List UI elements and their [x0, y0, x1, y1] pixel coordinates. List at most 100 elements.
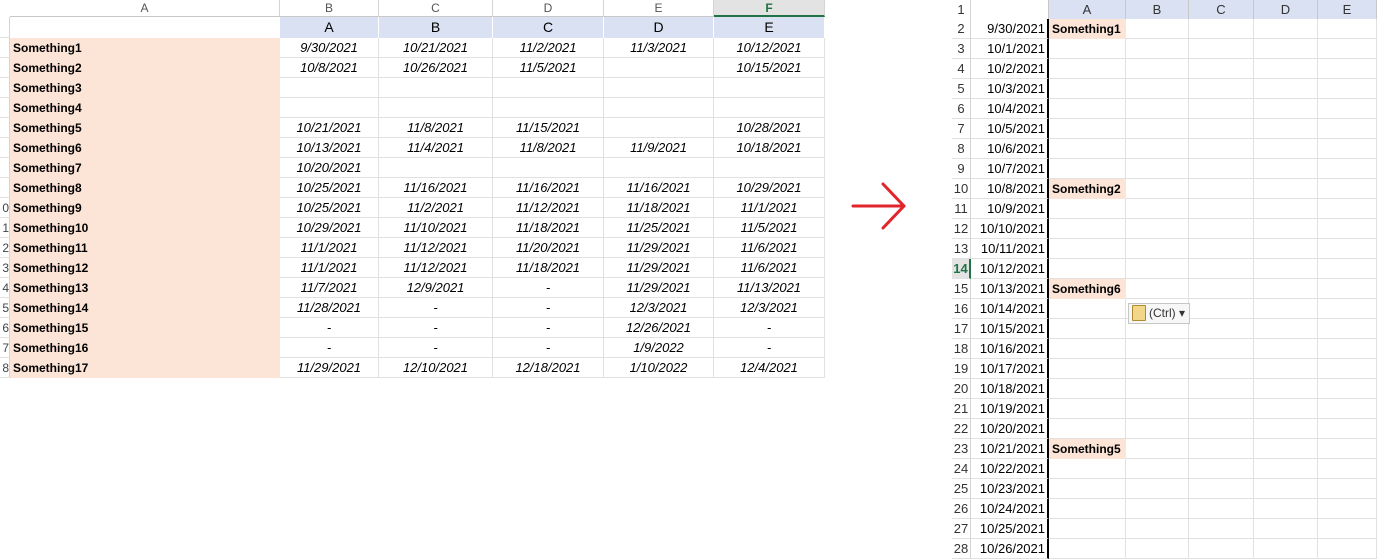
row-number[interactable]: 4	[952, 59, 971, 79]
grid-cell[interactable]	[1318, 239, 1377, 259]
grid-cell[interactable]	[1049, 499, 1126, 519]
grid-cell[interactable]	[1049, 259, 1126, 279]
date-cell[interactable]	[604, 98, 714, 118]
grid-cell[interactable]	[1189, 479, 1254, 499]
grid-cell[interactable]	[1189, 439, 1254, 459]
date-cell[interactable]: 11/29/2021	[604, 238, 714, 258]
subheader-cell[interactable]: B	[379, 17, 493, 38]
row-name-cell[interactable]: Something11	[10, 238, 280, 258]
date-cell[interactable]: -	[379, 298, 493, 318]
date-cell[interactable]: 11/28/2021	[280, 298, 379, 318]
date-cell[interactable]: 12/9/2021	[379, 278, 493, 298]
grid-cell[interactable]	[1254, 59, 1318, 79]
row-number[interactable]: 6	[952, 99, 971, 119]
grid-cell[interactable]	[1254, 219, 1318, 239]
date-cell[interactable]: -	[493, 318, 604, 338]
grid-cell[interactable]	[1126, 139, 1189, 159]
grid-cell[interactable]	[1189, 399, 1254, 419]
date-cell[interactable]: 12/3/2021	[714, 298, 825, 318]
row-name-cell[interactable]: Something13	[10, 278, 280, 298]
row-number[interactable]: 1	[952, 0, 971, 20]
grid-cell[interactable]	[1049, 199, 1126, 219]
row-number[interactable]: 2	[952, 19, 971, 39]
grid-cell[interactable]	[1189, 159, 1254, 179]
date-cell[interactable]	[493, 98, 604, 118]
date-cell[interactable]: 10/25/2021	[280, 198, 379, 218]
grid-cell[interactable]	[1189, 379, 1254, 399]
date-cell[interactable]: 11/7/2021	[280, 278, 379, 298]
date-cell[interactable]: 11/20/2021	[493, 238, 604, 258]
date-cell[interactable]	[493, 78, 604, 98]
grid-cell[interactable]	[1318, 219, 1377, 239]
row-name-cell[interactable]: Something9	[10, 198, 280, 218]
date-cell[interactable]: 11/2/2021	[379, 198, 493, 218]
date-cell[interactable]: 11/16/2021	[493, 178, 604, 198]
grid-cell[interactable]	[1189, 299, 1254, 319]
date-cell[interactable]	[493, 158, 604, 178]
date-cell[interactable]: 11/10/2021	[379, 218, 493, 238]
date-cell[interactable]: 10/22/2021	[971, 459, 1049, 479]
grid-cell[interactable]	[1049, 159, 1126, 179]
date-cell[interactable]: 11/1/2021	[280, 238, 379, 258]
date-cell[interactable]	[604, 78, 714, 98]
grid-cell[interactable]	[1189, 179, 1254, 199]
grid-cell[interactable]	[1126, 379, 1189, 399]
grid-cell[interactable]	[1049, 39, 1126, 59]
grid-cell[interactable]	[1254, 319, 1318, 339]
date-cell[interactable]: 10/6/2021	[971, 139, 1049, 159]
grid-cell[interactable]	[1254, 399, 1318, 419]
grid-cell[interactable]	[1126, 219, 1189, 239]
row-number[interactable]: 23	[952, 439, 971, 459]
grid-cell[interactable]	[1189, 99, 1254, 119]
grid-cell[interactable]	[1189, 219, 1254, 239]
date-cell[interactable]: -	[280, 338, 379, 358]
grid-cell[interactable]	[1318, 19, 1377, 39]
row-number[interactable]: 7	[952, 119, 971, 139]
row-number[interactable]: 1	[0, 218, 10, 238]
grid-cell[interactable]	[1254, 519, 1318, 539]
date-cell[interactable]: 10/17/2021	[971, 359, 1049, 379]
column-header-b[interactable]: B	[280, 0, 379, 17]
row-number[interactable]: 16	[952, 299, 971, 319]
row-name-cell[interactable]: Something14	[10, 298, 280, 318]
row-name-cell[interactable]: Something1	[10, 38, 280, 58]
grid-cell[interactable]	[1254, 539, 1318, 559]
date-cell[interactable]	[714, 98, 825, 118]
row-number[interactable]	[0, 17, 10, 38]
grid-cell[interactable]	[1318, 539, 1377, 559]
date-cell[interactable]: -	[714, 338, 825, 358]
grid-cell[interactable]	[1189, 139, 1254, 159]
date-cell[interactable]: 12/26/2021	[604, 318, 714, 338]
row-name-cell[interactable]: Something7	[10, 158, 280, 178]
date-cell[interactable]: 11/18/2021	[493, 258, 604, 278]
grid-cell[interactable]	[1318, 119, 1377, 139]
date-cell[interactable]	[604, 158, 714, 178]
row-name-cell[interactable]: Something2	[10, 58, 280, 78]
date-cell[interactable]	[280, 98, 379, 118]
row-name-cell[interactable]: Something12	[10, 258, 280, 278]
row-name-cell[interactable]: Something6	[1049, 279, 1126, 299]
grid-cell[interactable]	[1254, 39, 1318, 59]
date-cell[interactable]	[604, 58, 714, 78]
row-name-cell[interactable]: Something4	[10, 98, 280, 118]
grid-cell[interactable]	[1049, 539, 1126, 559]
date-cell[interactable]: 10/15/2021	[714, 58, 825, 78]
date-cell[interactable]: -	[493, 278, 604, 298]
grid-cell[interactable]	[1318, 379, 1377, 399]
grid-cell[interactable]	[1126, 39, 1189, 59]
date-cell[interactable]: 10/21/2021	[280, 118, 379, 138]
grid-cell[interactable]	[1254, 199, 1318, 219]
grid-cell[interactable]	[1254, 499, 1318, 519]
grid-cell[interactable]	[1126, 179, 1189, 199]
subheader-cell[interactable]: D	[604, 17, 714, 38]
grid-cell[interactable]	[1126, 419, 1189, 439]
row-name-cell[interactable]: Something10	[10, 218, 280, 238]
row-number[interactable]	[0, 138, 10, 158]
row-number[interactable]: 14	[952, 259, 971, 279]
date-cell[interactable]: 10/5/2021	[971, 119, 1049, 139]
grid-cell[interactable]	[1318, 159, 1377, 179]
row-number[interactable]	[0, 38, 10, 58]
date-cell[interactable]: -	[714, 318, 825, 338]
grid-cell[interactable]	[1126, 279, 1189, 299]
grid-cell[interactable]	[1126, 459, 1189, 479]
